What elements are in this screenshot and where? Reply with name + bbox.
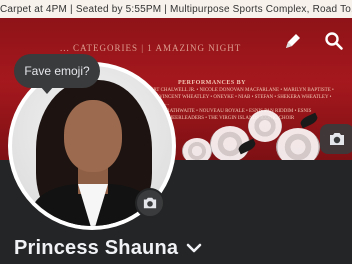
rose-decoration bbox=[182, 138, 212, 160]
cover-categories-text: ... CATEGORIES | 1 AMAZING NIGHT bbox=[60, 43, 242, 53]
leaf-decoration bbox=[298, 112, 320, 129]
profile-name-row[interactable]: Princess Shauna bbox=[14, 234, 202, 262]
status-bubble-tail bbox=[40, 86, 54, 94]
search-button[interactable] bbox=[323, 30, 345, 52]
name-menu-button[interactable] bbox=[186, 242, 202, 254]
cover-info-strip: Carpet at 4PM | Seated by 5:55PM | Multi… bbox=[0, 0, 352, 18]
pencil-icon bbox=[286, 34, 300, 48]
cover-performers-line: ROBERT CHALWELL JR. • NICOLE DONOVAN MAC… bbox=[140, 88, 334, 93]
event-info-text: Carpet at 4PM | Seated by 5:55PM | Multi… bbox=[0, 4, 352, 15]
cover-performers-line: ... MON, VINCENT WHEATLEY • ONEYKE • NIA… bbox=[140, 95, 332, 100]
status-bubble-text: Fave emoji? bbox=[24, 64, 90, 78]
profile-name: Princess Shauna bbox=[14, 236, 179, 259]
rose-decoration bbox=[276, 128, 320, 160]
camera-icon bbox=[143, 197, 157, 209]
edit-cover-button[interactable] bbox=[282, 30, 304, 52]
cover-performers-heading: PERFORMANCES BY bbox=[178, 80, 247, 86]
search-icon bbox=[325, 32, 343, 50]
avatar-face bbox=[64, 100, 122, 172]
camera-icon bbox=[330, 133, 344, 145]
edit-cover-photo-button[interactable] bbox=[320, 124, 352, 154]
edit-profile-picture-button[interactable] bbox=[135, 188, 165, 218]
status-bubble[interactable]: Fave emoji? bbox=[14, 54, 100, 88]
rose-decoration bbox=[248, 110, 282, 142]
chevron-down-icon bbox=[186, 243, 202, 253]
